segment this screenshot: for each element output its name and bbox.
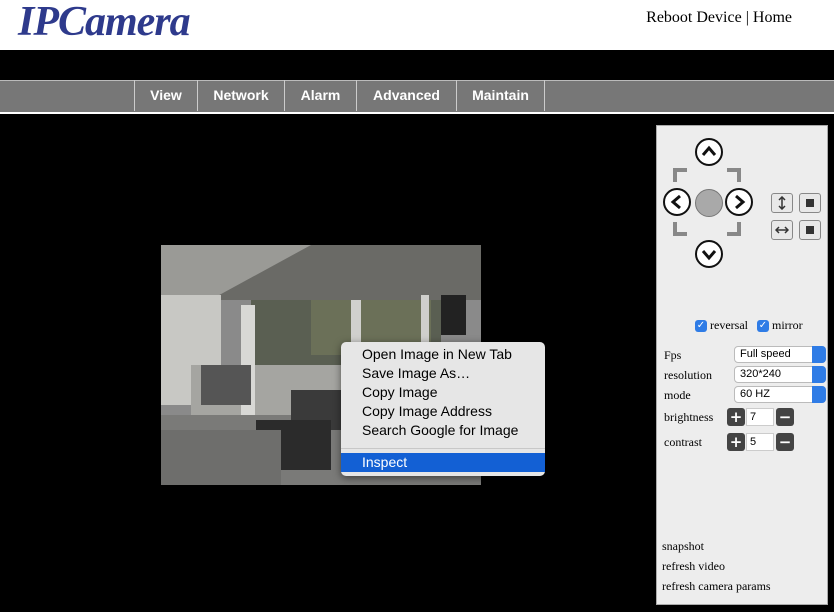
checkmark-icon: ✓ — [757, 319, 769, 332]
stop-square-icon — [806, 226, 814, 234]
resolution-select[interactable]: 320*240 — [734, 366, 826, 383]
pan-left-button[interactable] — [663, 188, 691, 216]
mode-value: 60 HZ — [740, 388, 770, 400]
refresh-camera-params-link[interactable]: refresh camera params — [662, 579, 771, 594]
arrow-right-icon — [735, 194, 746, 210]
menu-copy-image-address[interactable]: Copy Image Address — [341, 402, 545, 421]
contrast-value: 5 — [746, 433, 774, 451]
arrow-left-icon — [670, 194, 681, 210]
pan-right-button[interactable] — [725, 188, 753, 216]
chevron-updown-icon — [812, 346, 826, 363]
menu-inspect[interactable]: Inspect — [341, 453, 545, 472]
link-separator: | — [745, 9, 749, 26]
context-menu: Open Image in New Tab Save Image As… Cop… — [341, 342, 545, 476]
top-links: Reboot Device | Home — [646, 9, 792, 27]
chevron-updown-icon — [812, 366, 826, 383]
logo: IPCamera — [18, 0, 191, 45]
resolution-label: resolution — [664, 368, 712, 382]
checkmark-icon: ✓ — [695, 319, 707, 332]
pan-up-button[interactable] — [695, 138, 723, 166]
fps-label: Fps — [664, 348, 682, 362]
control-panel: ✓ reversal ✓ mirror Fps Full speed resol… — [656, 125, 828, 605]
pan-up-right-icon[interactable] — [725, 166, 743, 184]
horizontal-arrows-icon — [775, 226, 789, 234]
resolution-value: 320*240 — [740, 368, 781, 380]
mirror-checkbox[interactable]: ✓ mirror — [757, 318, 803, 333]
reboot-device-link[interactable]: Reboot Device — [646, 9, 742, 26]
horizontal-stop-button[interactable] — [799, 220, 821, 240]
brightness-increase-button[interactable]: + — [727, 408, 745, 426]
menu-search-google-for-image[interactable]: Search Google for Image — [341, 421, 545, 440]
contrast-decrease-button[interactable]: − — [776, 433, 794, 451]
nav-maintain[interactable]: Maintain — [457, 80, 545, 111]
nav-alarm[interactable]: Alarm — [285, 80, 357, 111]
home-link[interactable]: Home — [753, 9, 792, 26]
arrow-up-icon — [701, 145, 717, 156]
brightness-value: 7 — [746, 408, 774, 426]
main-nav: View Network Alarm Advanced Maintain — [134, 80, 545, 111]
vertical-patrol-button[interactable] — [771, 193, 793, 213]
menu-save-image-as[interactable]: Save Image As… — [341, 364, 545, 383]
vertical-stop-button[interactable] — [799, 193, 821, 213]
nav-advanced[interactable]: Advanced — [357, 80, 457, 111]
mode-select[interactable]: 60 HZ — [734, 386, 826, 403]
reversal-checkbox[interactable]: ✓ reversal — [695, 318, 748, 333]
horizontal-patrol-button[interactable] — [771, 220, 793, 240]
brightness-decrease-button[interactable]: − — [776, 408, 794, 426]
pan-down-right-icon[interactable] — [725, 220, 743, 238]
mode-label: mode — [664, 388, 691, 402]
pan-up-left-icon[interactable] — [671, 166, 689, 184]
fps-value: Full speed — [740, 348, 791, 360]
brightness-label: brightness — [664, 410, 714, 424]
contrast-label: contrast — [664, 435, 702, 449]
nav-view[interactable]: View — [135, 80, 198, 111]
snapshot-link[interactable]: snapshot — [662, 539, 704, 554]
nav-network[interactable]: Network — [198, 80, 285, 111]
reversal-label: reversal — [710, 318, 748, 332]
header: IPCamera Reboot Device | Home — [0, 0, 834, 50]
nav-divider — [0, 112, 834, 114]
contrast-increase-button[interactable]: + — [727, 433, 745, 451]
chevron-updown-icon — [812, 386, 826, 403]
arrow-down-icon — [701, 250, 717, 261]
refresh-video-link[interactable]: refresh video — [662, 559, 725, 574]
menu-copy-image[interactable]: Copy Image — [341, 383, 545, 402]
menu-open-image-new-tab[interactable]: Open Image in New Tab — [341, 345, 545, 364]
stop-square-icon — [806, 199, 814, 207]
pan-down-button[interactable] — [695, 240, 723, 268]
mirror-label: mirror — [772, 318, 803, 332]
vertical-arrows-icon — [778, 196, 786, 210]
pan-down-left-icon[interactable] — [671, 220, 689, 238]
fps-select[interactable]: Full speed — [734, 346, 826, 363]
center-stop-button[interactable] — [695, 189, 723, 217]
menu-separator — [341, 448, 545, 449]
